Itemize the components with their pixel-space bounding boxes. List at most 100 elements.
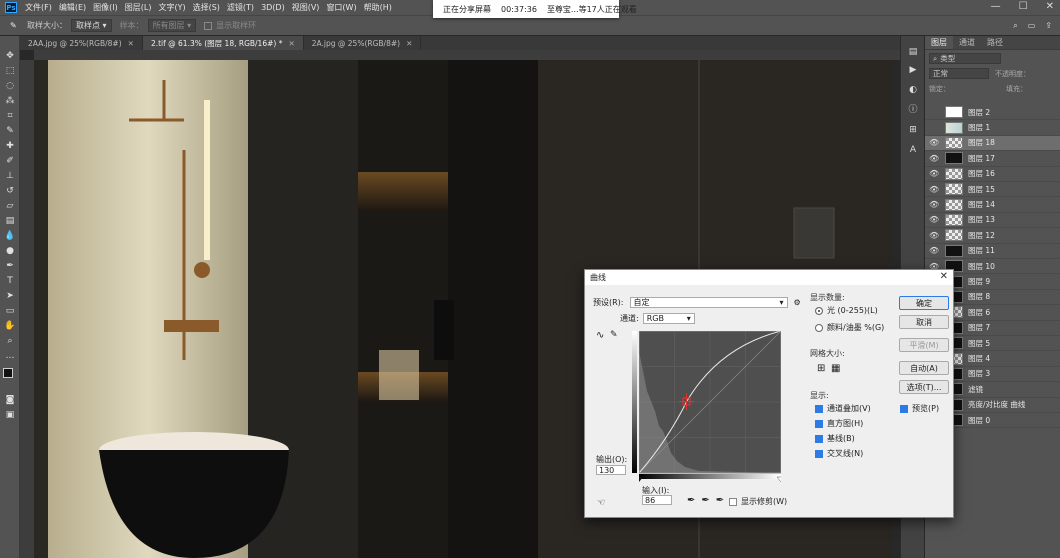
zoom-icon[interactable]: ⌕: [3, 335, 17, 347]
foreground-color-swatch[interactable]: [3, 368, 13, 378]
crop-icon[interactable]: ⌗: [3, 110, 17, 122]
tab-document-1[interactable]: 2AA.jpg @ 25%(RGB/8#) ✕: [20, 36, 143, 50]
layer-row[interactable]: 图层 2: [925, 105, 1060, 121]
gray-eyedropper-icon[interactable]: ✒: [701, 495, 709, 506]
layer-row[interactable]: 👁 图层 11: [925, 244, 1060, 259]
info-icon[interactable]: ⓘ: [906, 102, 920, 115]
stamp-icon[interactable]: ⊥: [3, 170, 17, 182]
show-clipping-checkbox[interactable]: [729, 497, 737, 506]
light-radio[interactable]: [815, 306, 823, 315]
menu-filter[interactable]: 滤镜(T): [227, 2, 254, 13]
curve-graph[interactable]: [639, 331, 781, 482]
close-window-icon[interactable]: ✕: [1046, 1, 1054, 12]
dodge-icon[interactable]: ●: [3, 245, 17, 257]
show-ring-checkbox[interactable]: [204, 21, 213, 30]
layer-row[interactable]: 👁 图层 12: [925, 228, 1060, 244]
layer-row[interactable]: 👁 图层 17: [925, 151, 1060, 167]
eye-icon[interactable]: 👁: [929, 215, 941, 224]
tab-document-2[interactable]: 2.tif @ 61.3% (图层 18, RGB/16#) * ✕: [142, 36, 304, 50]
history-panel-icon[interactable]: ▤: [906, 46, 920, 58]
workspace-icon[interactable]: ▭: [1028, 21, 1036, 31]
tab-document-3[interactable]: 2A.jpg @ 25%(RGB/8#) ✕: [304, 36, 422, 50]
layer-row[interactable]: 👁 图层 15: [925, 182, 1060, 198]
close-icon[interactable]: ✕: [288, 39, 294, 48]
lasso-icon[interactable]: ◌: [3, 80, 17, 92]
blend-mode-select[interactable]: 正常: [929, 68, 989, 79]
blur-icon[interactable]: 💧: [3, 230, 17, 242]
history-brush-icon[interactable]: ↺: [3, 185, 17, 197]
histogram-checkbox[interactable]: [815, 419, 823, 428]
maximize-icon[interactable]: ☐: [1019, 1, 1028, 12]
eraser-icon[interactable]: ▱: [3, 200, 17, 212]
adjustments-icon[interactable]: ◐: [906, 84, 920, 96]
eye-icon[interactable]: 👁: [929, 169, 941, 178]
more-tools-icon[interactable]: …: [3, 350, 17, 362]
preset-select[interactable]: 自定 ▾: [629, 297, 788, 308]
input-field[interactable]: 86: [642, 495, 672, 505]
shape-icon[interactable]: ▭: [3, 305, 17, 317]
healing-icon[interactable]: ✚: [3, 140, 17, 152]
layer-row[interactable]: 👁 图层 16: [925, 167, 1060, 182]
channel-overlay-checkbox[interactable]: [815, 404, 823, 413]
tab-layers[interactable]: 图层: [925, 36, 953, 49]
eyedropper-icon[interactable]: ✎: [10, 21, 24, 30]
white-eyedropper-icon[interactable]: ✒: [716, 495, 724, 506]
type-icon[interactable]: T: [3, 275, 17, 287]
close-icon[interactable]: ✕: [128, 39, 134, 48]
actions-play-icon[interactable]: ▶: [906, 64, 920, 76]
output-field[interactable]: 130: [596, 465, 626, 475]
marquee-icon[interactable]: ⬚: [3, 65, 17, 77]
eye-icon[interactable]: 👁: [929, 246, 941, 255]
properties-icon[interactable]: ⊞: [906, 124, 920, 136]
menu-image[interactable]: 图像(I): [93, 2, 118, 13]
menu-3d[interactable]: 3D(D): [261, 3, 285, 12]
tab-paths[interactable]: 路径: [981, 36, 1009, 49]
path-select-icon[interactable]: ➤: [3, 290, 17, 302]
eyedropper-tool-icon[interactable]: ✎: [3, 125, 17, 137]
menu-select[interactable]: 选择(S): [193, 2, 220, 13]
smooth-button[interactable]: 平滑(M): [899, 338, 949, 352]
hand-icon[interactable]: ✋: [3, 320, 17, 332]
target-adjust-icon[interactable]: ☜: [597, 498, 605, 508]
options-button[interactable]: 选项(T)...: [899, 380, 949, 394]
pigment-radio[interactable]: [815, 323, 823, 332]
layer-filter-select[interactable]: ⌕ 类型: [929, 53, 1001, 64]
sample-select[interactable]: 所有图层 ▾: [147, 19, 197, 32]
menu-view[interactable]: 视图(V): [292, 2, 320, 13]
photoshop-logo-icon[interactable]: Ps: [5, 2, 17, 13]
close-icon[interactable]: ✕: [406, 39, 412, 48]
layer-row[interactable]: 👁 图层 18: [925, 135, 1060, 152]
curve-point-mode-icon[interactable]: ∿: [596, 330, 604, 341]
menu-layer[interactable]: 图层(L): [125, 2, 152, 13]
search-icon[interactable]: ⌕: [1013, 21, 1017, 31]
move-icon[interactable]: ✥: [3, 50, 17, 62]
gradient-icon[interactable]: ▤: [3, 215, 17, 227]
sample-size-select[interactable]: 取样点 ▾: [71, 19, 112, 32]
quick-select-icon[interactable]: ⁂: [3, 95, 17, 107]
eye-icon[interactable]: 👁: [929, 154, 941, 163]
eye-icon[interactable]: 👁: [929, 138, 941, 147]
quick-mask-icon[interactable]: ◙: [3, 394, 17, 406]
layer-row[interactable]: 图层 1: [925, 120, 1060, 136]
preview-checkbox[interactable]: [900, 404, 908, 413]
brush-icon[interactable]: ✐: [3, 155, 17, 167]
ok-button[interactable]: 确定: [899, 296, 949, 310]
close-icon[interactable]: ✕: [940, 271, 948, 282]
eye-icon[interactable]: 👁: [929, 231, 941, 240]
tab-channels[interactable]: 通道: [953, 36, 981, 49]
menu-type[interactable]: 文字(Y): [158, 2, 185, 13]
baseline-checkbox[interactable]: [815, 434, 823, 443]
share-icon[interactable]: ⇪: [1045, 21, 1052, 31]
eye-icon[interactable]: 👁: [929, 185, 941, 194]
intersection-line-checkbox[interactable]: [815, 449, 823, 458]
minimize-icon[interactable]: —: [991, 1, 1001, 12]
menu-window[interactable]: 窗口(W): [326, 2, 356, 13]
layer-row[interactable]: 👁 图层 13: [925, 213, 1060, 229]
menu-help[interactable]: 帮助(H): [364, 2, 392, 13]
grid-detailed-icon[interactable]: ▦: [831, 363, 840, 374]
black-eyedropper-icon[interactable]: ✒: [687, 495, 695, 506]
eye-icon[interactable]: 👁: [929, 200, 941, 209]
channel-select[interactable]: RGB ▾: [642, 313, 695, 324]
pen-icon[interactable]: ✒: [3, 260, 17, 272]
gear-icon[interactable]: ⚙: [794, 298, 801, 307]
